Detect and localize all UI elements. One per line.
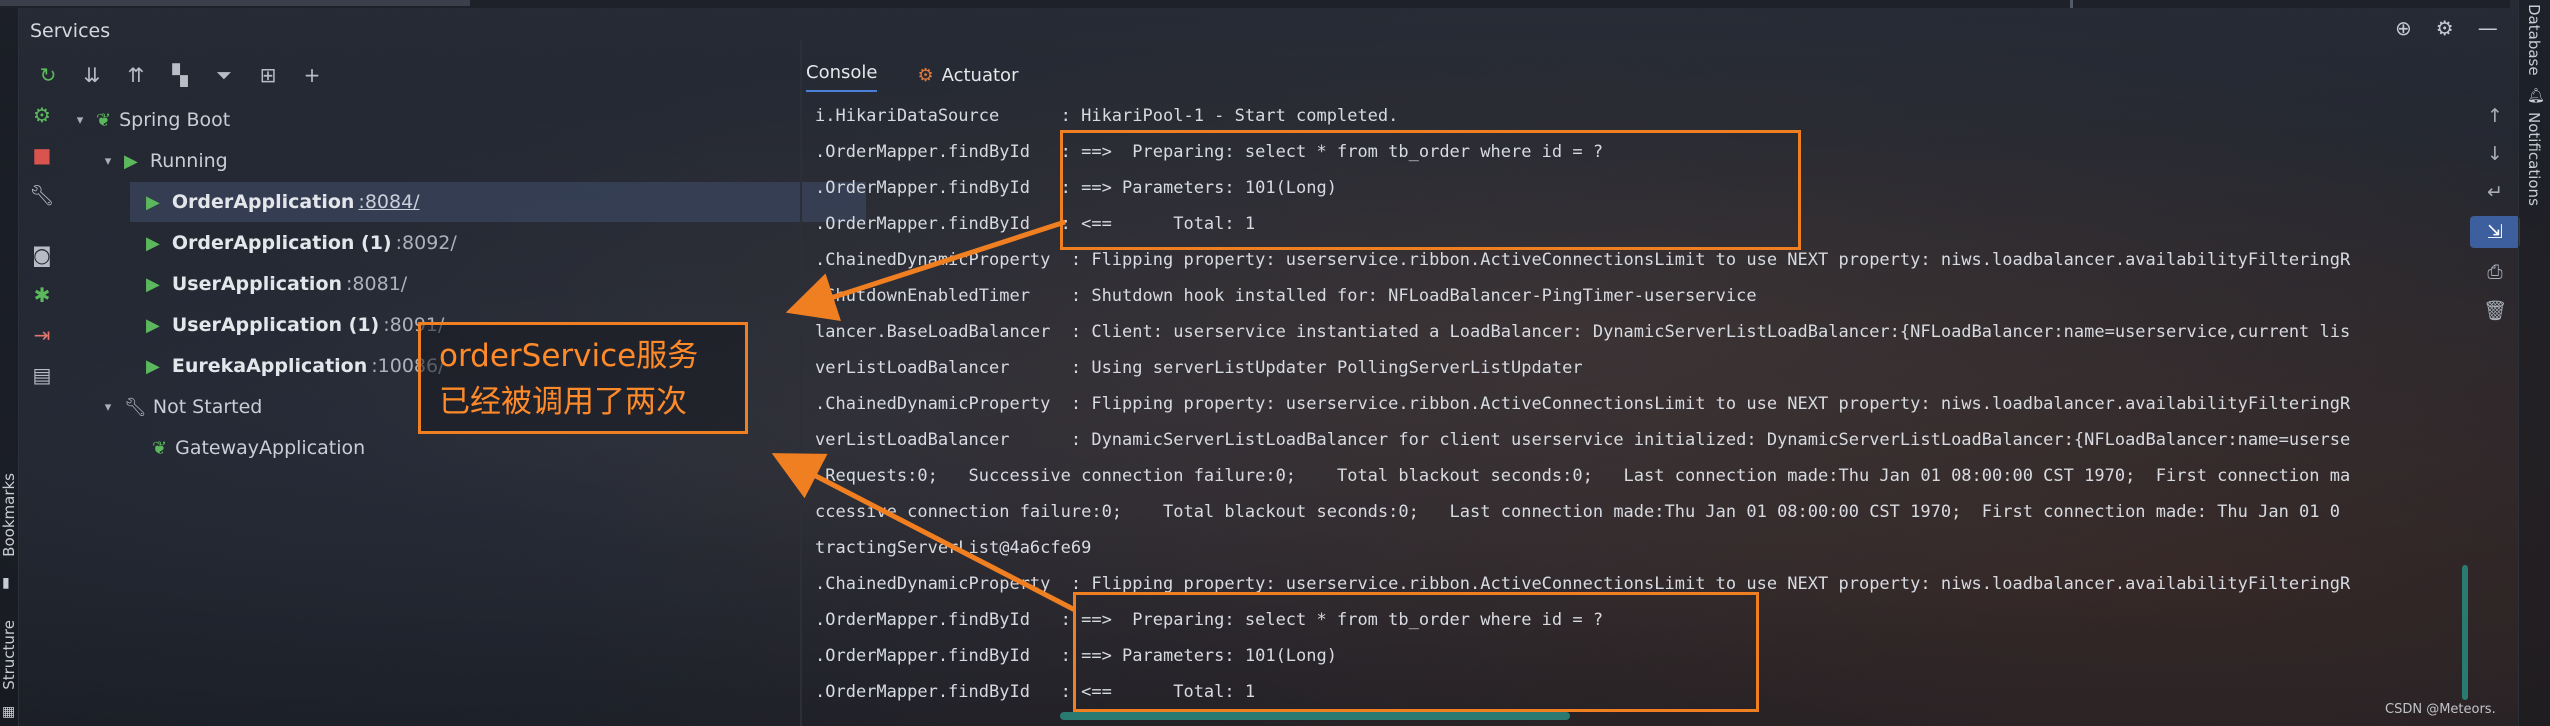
watermark: CSDN @Meteors. — [2385, 702, 2496, 717]
annotation-arrows — [771, 219, 1077, 613]
arrow-to-second-box — [771, 453, 1077, 613]
arrow-to-first-box — [785, 219, 1066, 321]
